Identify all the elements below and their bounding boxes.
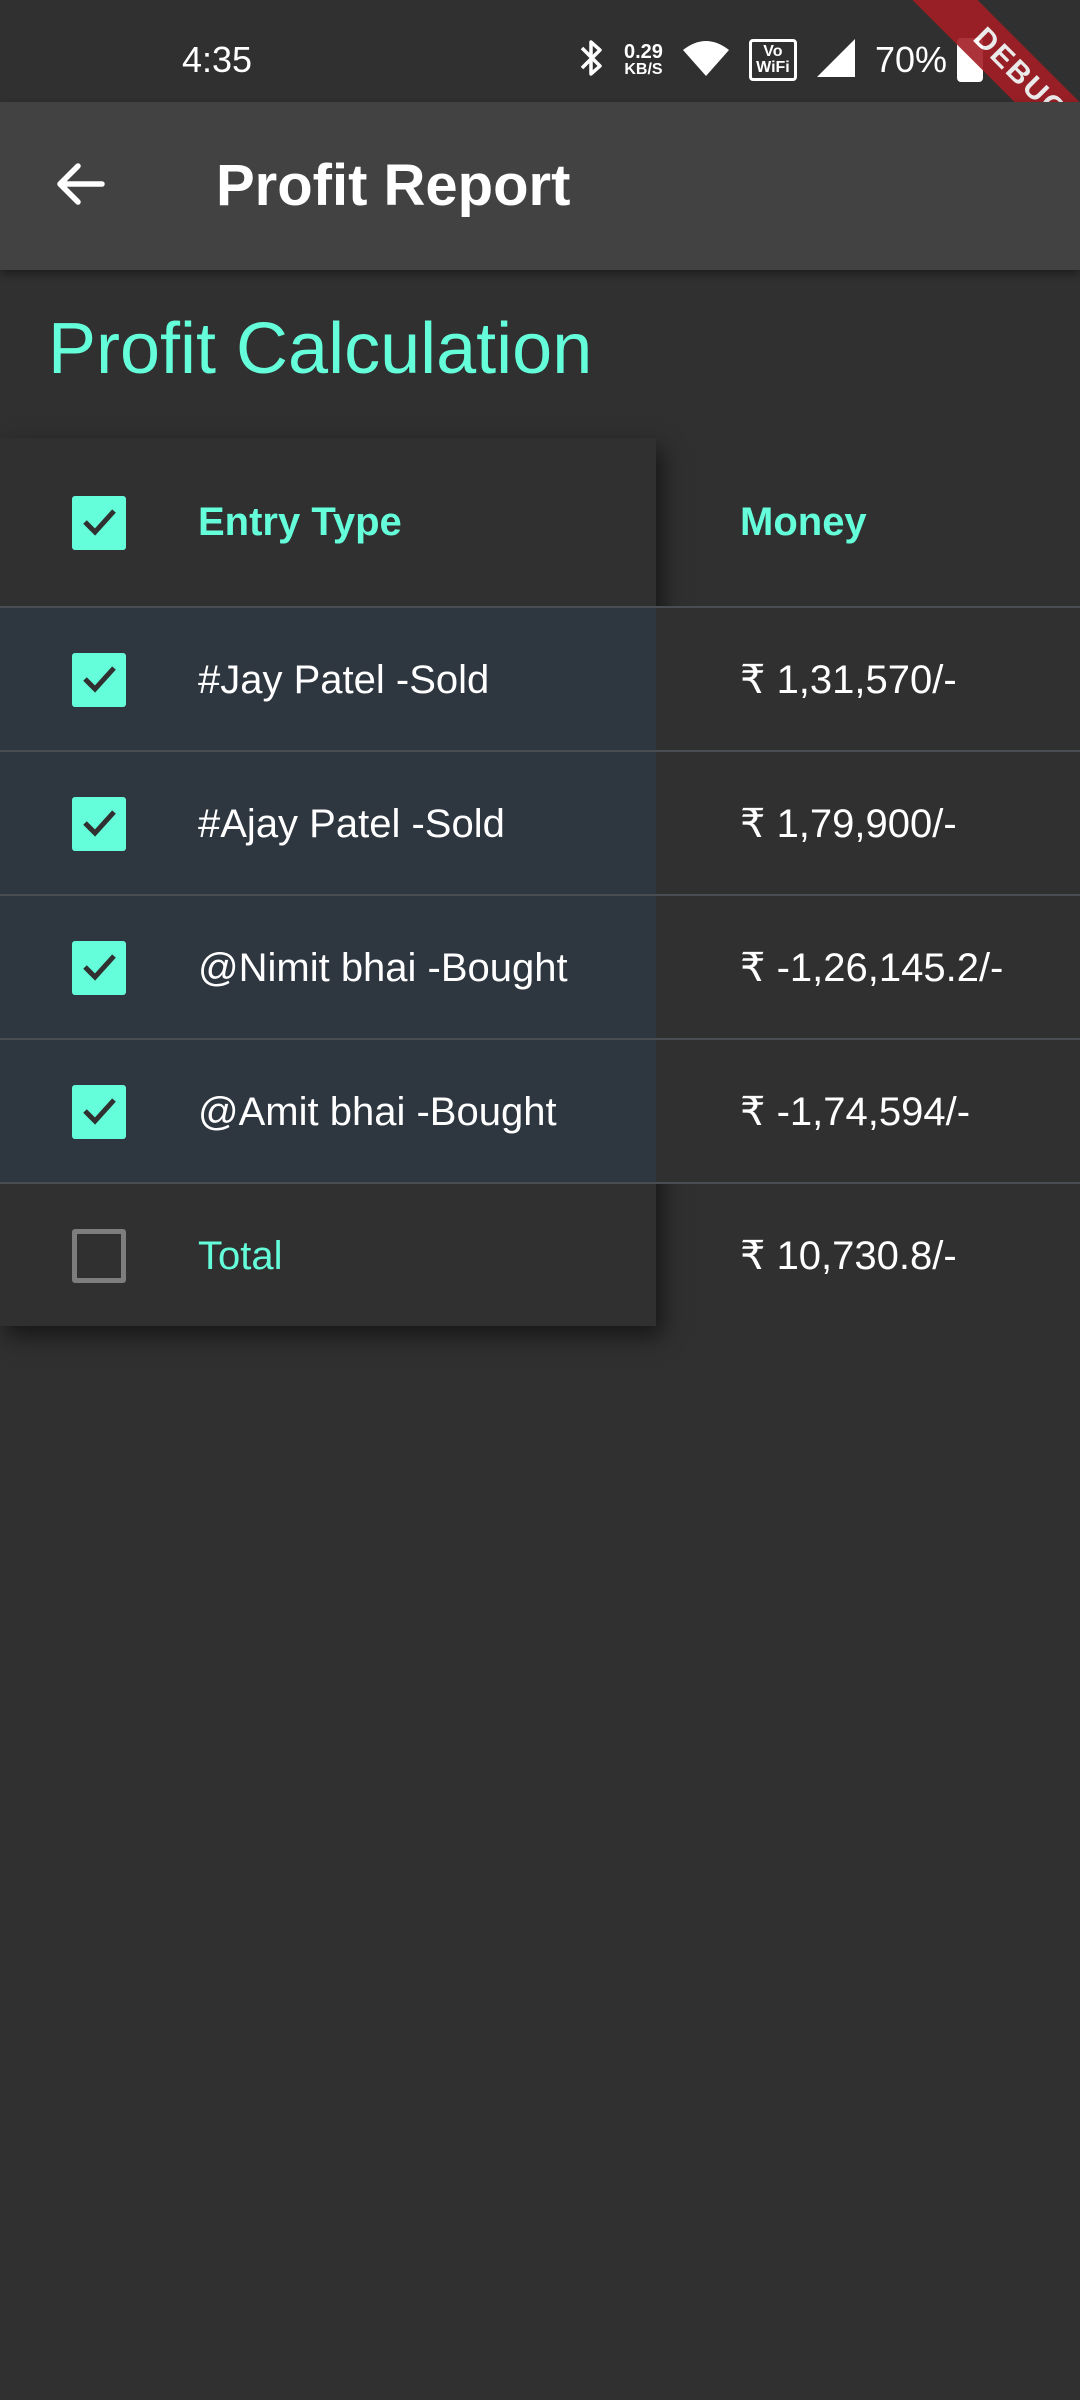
entry-type-cell: #Jay Patel -Sold: [198, 658, 490, 702]
wifi-icon: [681, 38, 731, 83]
entry-type-cell: #Ajay Patel -Sold: [198, 802, 505, 846]
entry-type-cell: @Amit bhai -Bought: [198, 1090, 557, 1134]
battery-icon: [957, 38, 983, 82]
table-row[interactable]: #Jay Patel -Sold ₹ 1,31,570/-: [0, 608, 1080, 752]
row-checkbox[interactable]: [72, 941, 126, 995]
back-button[interactable]: [40, 146, 120, 226]
status-icons: 0.29 KB/S Vo WiFi 70%: [578, 32, 1001, 88]
total-checkbox[interactable]: [72, 1229, 126, 1283]
table-total-row[interactable]: Total ₹ 10,730.8/-: [0, 1184, 1080, 1328]
battery-percent: 70%: [874, 39, 947, 80]
check-icon: [79, 501, 119, 546]
row-checkbox[interactable]: [72, 1085, 126, 1139]
check-icon: [79, 658, 119, 703]
money-cell: ₹ -1,26,145.2/-: [740, 946, 1004, 990]
status-time: 4:35: [182, 39, 253, 80]
row-checkbox[interactable]: [72, 653, 126, 707]
signal-icon: [815, 37, 857, 84]
check-icon: [79, 802, 119, 847]
app-bar-title: Profit Report: [216, 153, 571, 218]
table-row[interactable]: @Amit bhai -Bought ₹ -1,74,594/-: [0, 1040, 1080, 1184]
money-cell: ₹ 1,31,570/-: [740, 658, 957, 702]
app-bar: Profit Report: [0, 102, 1080, 270]
bluetooth-icon: [578, 36, 606, 85]
table-header-row: Entry Type Money: [0, 438, 1080, 608]
section-title: Profit Calculation: [48, 309, 593, 389]
table-row[interactable]: #Ajay Patel -Sold ₹ 1,79,900/-: [0, 752, 1080, 896]
check-icon: [79, 1090, 119, 1135]
total-label: Total: [198, 1234, 283, 1278]
row-checkbox[interactable]: [72, 797, 126, 851]
check-icon: [79, 946, 119, 991]
money-cell: ₹ 1,79,900/-: [740, 802, 957, 846]
status-bar: 4:35 0.29 KB/S Vo WiFi 70%: [0, 0, 1080, 102]
money-cell: ₹ -1,74,594/-: [740, 1090, 971, 1134]
entry-type-cell: @Nimit bhai -Bought: [198, 946, 568, 990]
column-header-entry-type[interactable]: Entry Type: [198, 502, 402, 542]
table-row[interactable]: @Nimit bhai -Bought ₹ -1,26,145.2/-: [0, 896, 1080, 1040]
network-speed: 0.29 KB/S: [624, 42, 663, 78]
total-money: ₹ 10,730.8/-: [740, 1234, 957, 1278]
profit-table: Entry Type Money #Jay Patel -Sold ₹ 1,31…: [0, 438, 1080, 1328]
network-speed-value: 0.29: [624, 41, 663, 63]
network-speed-unit: KB/S: [624, 61, 663, 78]
arrow-left-icon: [54, 158, 106, 215]
select-all-checkbox[interactable]: [72, 496, 126, 550]
volte-wifi-icon: Vo WiFi: [748, 39, 797, 81]
column-header-money[interactable]: Money: [740, 502, 867, 542]
